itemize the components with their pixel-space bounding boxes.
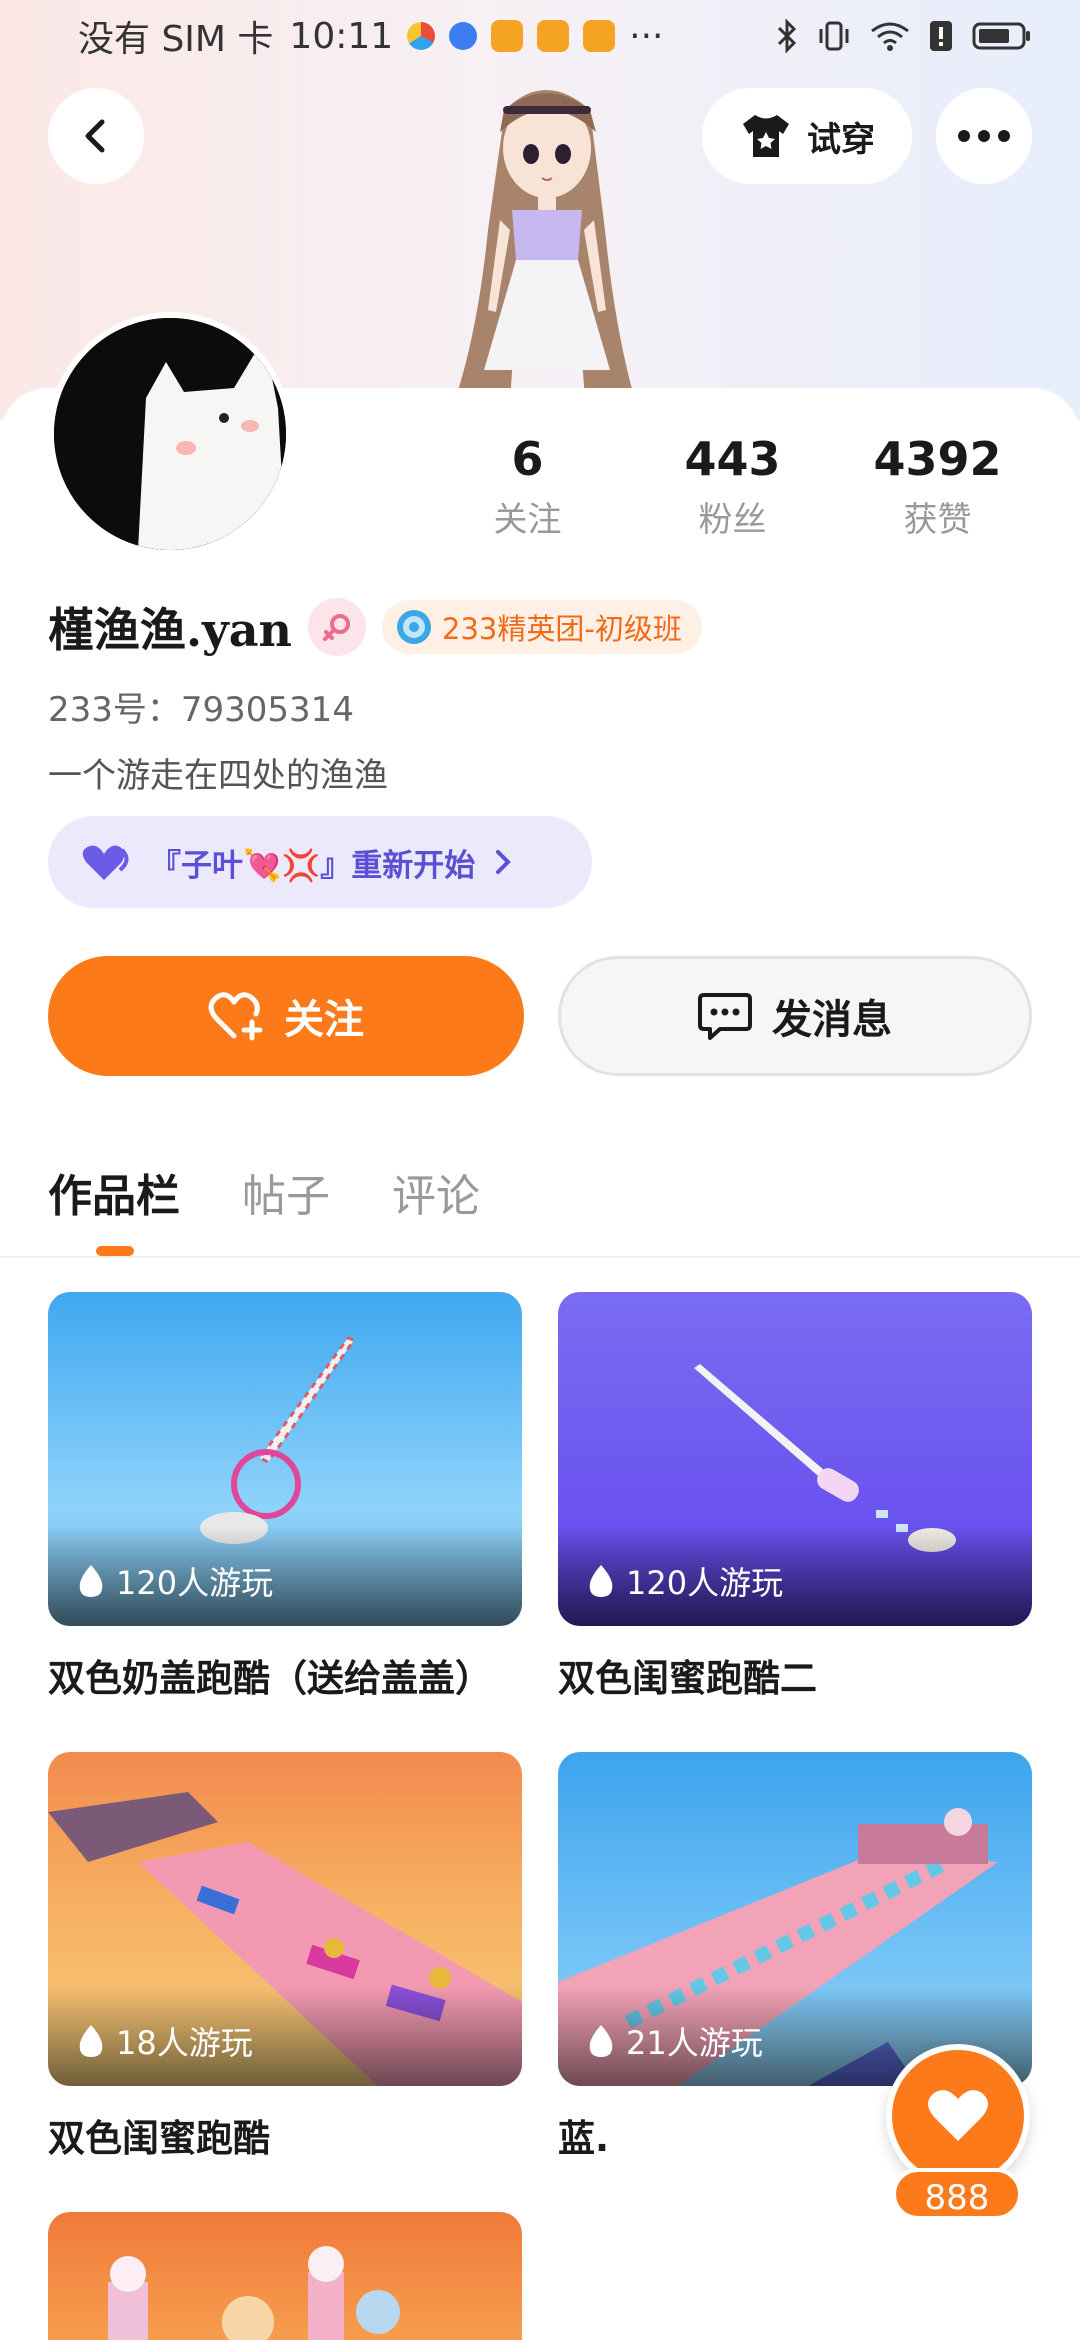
follow-button[interactable]: 关注: [48, 956, 524, 1076]
tab-posts[interactable]: 帖子: [242, 1160, 330, 1224]
more-options-button[interactable]: [936, 88, 1032, 184]
game-title: 双色奶盖跑酷（送给盖盖）: [48, 1657, 492, 1700]
game-thumbnail: 21人游玩: [558, 1752, 1032, 2086]
group-chip-label: 『子叶💘💢』重新开始: [150, 847, 476, 884]
tab-works[interactable]: 作品栏: [48, 1160, 180, 1224]
game-card[interactable]: [48, 2212, 522, 2340]
game-thumbnail: [48, 2212, 522, 2340]
username: 槿渔渔.yan: [48, 603, 292, 657]
browser-notification-icon: [449, 22, 478, 50]
play-count-label: 21人游玩: [626, 2024, 763, 2062]
game-card[interactable]: 120人游玩 双色闺蜜跑酷二: [558, 1292, 1032, 1702]
game-card[interactable]: 18人游玩 双色闺蜜跑酷: [48, 1752, 522, 2162]
profile-page: 没有 SIM 卡 10:11 ··· 试穿 6 关注 443 粉丝 4392 获…: [0, 0, 1080, 2340]
try-on-button[interactable]: 试穿: [702, 88, 912, 184]
clock: 10:11: [289, 15, 394, 57]
try-on-label: 试穿: [807, 119, 875, 160]
group-chip[interactable]: 『子叶💘💢』重新开始: [48, 816, 592, 908]
stat-followers-label: 粉丝: [698, 500, 767, 540]
wifi-icon: [871, 22, 909, 51]
female-gender-icon: [308, 598, 366, 656]
play-count-label: 120人游玩: [116, 1564, 274, 1602]
stat-followers-value: 443: [684, 432, 781, 486]
stat-likes-value: 4392: [873, 432, 1002, 486]
stat-likes[interactable]: 4392 获赞: [835, 432, 1040, 552]
game-title: 双色闺蜜跑酷二: [558, 1657, 817, 1700]
like-count-badge: 888: [892, 2168, 1022, 2220]
chevron-right-icon: [496, 850, 512, 874]
play-count: 120人游玩: [586, 1558, 783, 1604]
more-dots-icon: [958, 130, 1010, 142]
flame-icon: [589, 2025, 613, 2057]
weibo-notification-icon-3: [583, 20, 616, 52]
weibo-notification-icon: [491, 20, 524, 52]
medal-icon: [397, 610, 431, 644]
heart-icon: [928, 2090, 988, 2141]
send-message-label: 发消息: [772, 997, 892, 1043]
flame-icon: [79, 1565, 103, 1597]
game-thumbnail: 18人游玩: [48, 1752, 522, 2086]
game-title: 双色闺蜜跑酷: [48, 2117, 270, 2160]
play-count: 18人游玩: [76, 2018, 253, 2064]
profile-tabs: 作品栏 帖子 评论: [48, 1160, 480, 1224]
heart-plus-icon: [208, 992, 263, 1041]
tabs-divider: [0, 1256, 1080, 1258]
game-thumbnail: 120人游玩: [558, 1292, 1032, 1626]
alert-icon: [930, 21, 952, 51]
game-thumbnail: 120人游玩: [48, 1292, 522, 1626]
rank-badge-label: 233精英团-初级班: [442, 612, 682, 646]
rank-badge[interactable]: 233精英团-初级班: [382, 600, 702, 654]
play-count: 21人游玩: [586, 2018, 763, 2064]
heart-group-icon: [82, 845, 129, 880]
follow-button-label: 关注: [284, 997, 364, 1043]
stat-following-value: 6: [511, 432, 544, 486]
send-message-button[interactable]: 发消息: [558, 956, 1032, 1076]
carrier-text: 没有 SIM 卡: [78, 19, 274, 60]
name-row: 槿渔渔.yan 233精英团-初级班: [48, 594, 702, 660]
chat-bubble-icon: [698, 993, 752, 1040]
app-notification-icon: [407, 22, 436, 50]
stat-followers[interactable]: 443 粉丝: [630, 432, 835, 552]
battery-icon: [972, 22, 1030, 50]
stat-following-label: 关注: [493, 500, 562, 540]
play-count-label: 120人游玩: [626, 1564, 784, 1602]
like-button[interactable]: [886, 2044, 1030, 2188]
tshirt-icon: [743, 115, 789, 157]
user-bio: 一个游走在四处的渔渔: [48, 756, 388, 796]
stat-likes-label: 获赞: [903, 500, 972, 540]
weibo-notification-icon-2: [537, 20, 570, 52]
back-button[interactable]: [48, 88, 144, 184]
flame-icon: [79, 2025, 103, 2057]
status-left: 没有 SIM 卡 10:11 ···: [78, 10, 664, 62]
avatar-character-figure[interactable]: [400, 70, 690, 400]
flame-icon: [589, 1565, 613, 1597]
bluetooth-icon: [777, 19, 797, 53]
user-avatar[interactable]: [48, 312, 292, 556]
profile-stats: 6 关注 443 粉丝 4392 获赞: [425, 432, 1040, 552]
play-count-label: 18人游玩: [116, 2024, 253, 2062]
vibrate-icon: [819, 21, 849, 51]
active-tab-indicator: [96, 1246, 134, 1256]
status-right: [776, 19, 1032, 53]
user-id: 233号：79305314: [48, 690, 354, 730]
play-count: 120人游玩: [76, 1558, 273, 1604]
more-notifications-text: ···: [629, 15, 664, 57]
tab-comments[interactable]: 评论: [392, 1160, 480, 1224]
status-bar: 没有 SIM 卡 10:11 ···: [0, 0, 1080, 72]
game-scene-image: [108, 2246, 400, 2340]
stat-following[interactable]: 6 关注: [425, 432, 630, 552]
chevron-left-icon: [85, 119, 105, 153]
game-card[interactable]: 120人游玩 双色奶盖跑酷（送给盖盖）: [48, 1292, 522, 1702]
cat-avatar-image: [54, 318, 286, 550]
